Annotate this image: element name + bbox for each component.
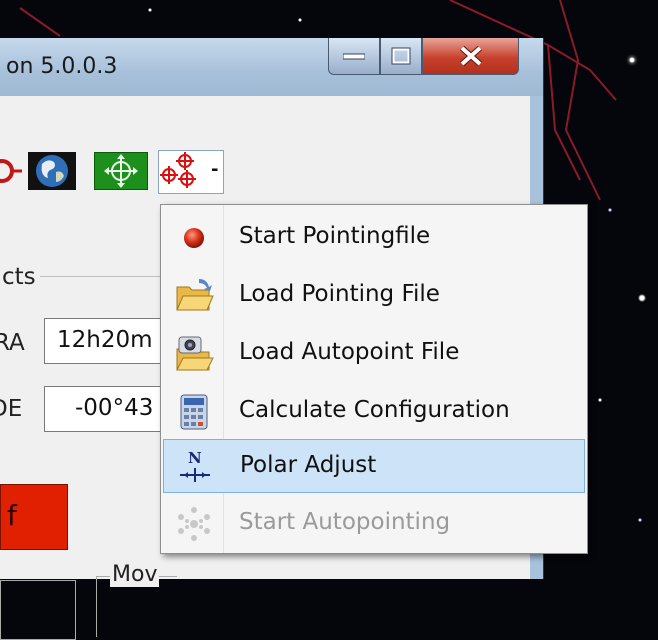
menu-item-label: Start Autopointing: [239, 509, 451, 535]
move-arrows-icon: [104, 154, 138, 188]
north-crosshair-icon: N: [176, 448, 214, 486]
menu-item-load-pointing-file[interactable]: Load Pointing File: [163, 269, 585, 323]
menu-item-label: Start Pointingfile: [239, 223, 431, 249]
menu-item-start-pointingfile[interactable]: Start Pointingfile: [163, 211, 585, 265]
menu-item-polar-adjust[interactable]: N Polar Adjust: [163, 439, 585, 493]
menu-item-label: Load Autopoint File: [239, 339, 460, 365]
camera-folder-icon: [175, 335, 214, 373]
window-title: on 5.0.0.3: [6, 54, 118, 79]
pointing-dropdown-button[interactable]: -: [158, 150, 224, 194]
dropdown-arrow: -: [211, 159, 219, 180]
toolbar-move-button[interactable]: [94, 152, 148, 190]
menu-item-label: Calculate Configuration: [239, 397, 510, 423]
toolbar-earth-button[interactable]: [28, 152, 76, 190]
menu-item-calculate-configuration[interactable]: Calculate Configuration: [163, 385, 585, 439]
title-bar[interactable]: on 5.0.0.3: [0, 38, 543, 96]
red-action-button[interactable]: f: [0, 484, 68, 550]
menu-item-start-autopointing: Start Autopointing: [163, 497, 585, 551]
calculator-icon: [175, 393, 213, 431]
open-folder-icon: [175, 277, 214, 315]
red-target-icon: [0, 159, 22, 183]
toolbar-red-target-button[interactable]: [0, 152, 22, 190]
caption-buttons: [328, 38, 519, 76]
multi-target-icon: [160, 152, 196, 188]
minimize-button[interactable]: [328, 38, 380, 75]
ra-label: RA: [0, 330, 25, 356]
ra-field[interactable]: 12h20m: [44, 318, 174, 364]
maximize-button[interactable]: [380, 38, 422, 75]
close-button[interactable]: [422, 38, 519, 75]
move-group-label: Mov: [110, 562, 160, 587]
menu-item-label: Polar Adjust: [240, 452, 377, 478]
objects-group-label: cts: [2, 264, 36, 290]
de-field[interactable]: -00°43: [44, 386, 174, 432]
menu-item-load-autopoint-file[interactable]: Load Autopoint File: [163, 327, 585, 381]
maximize-icon: [391, 47, 411, 65]
snowflake-icon: [175, 505, 213, 543]
red-button-label: f: [7, 499, 17, 532]
svg-text:N: N: [188, 449, 202, 467]
toolbar: -: [0, 148, 530, 196]
menu-item-label: Load Pointing File: [239, 281, 440, 307]
earth-icon: [28, 152, 76, 190]
ra-value: 12h20m: [57, 327, 153, 353]
de-label: DE: [0, 396, 23, 422]
red-ball-icon: [175, 219, 213, 257]
close-icon: [459, 45, 482, 67]
bottom-left-panel: [0, 580, 76, 640]
minimize-icon: [343, 53, 365, 60]
de-value: -00°43: [75, 395, 154, 421]
pointing-dropdown-menu: Start Pointingfile Load Pointing File Lo…: [160, 204, 588, 554]
